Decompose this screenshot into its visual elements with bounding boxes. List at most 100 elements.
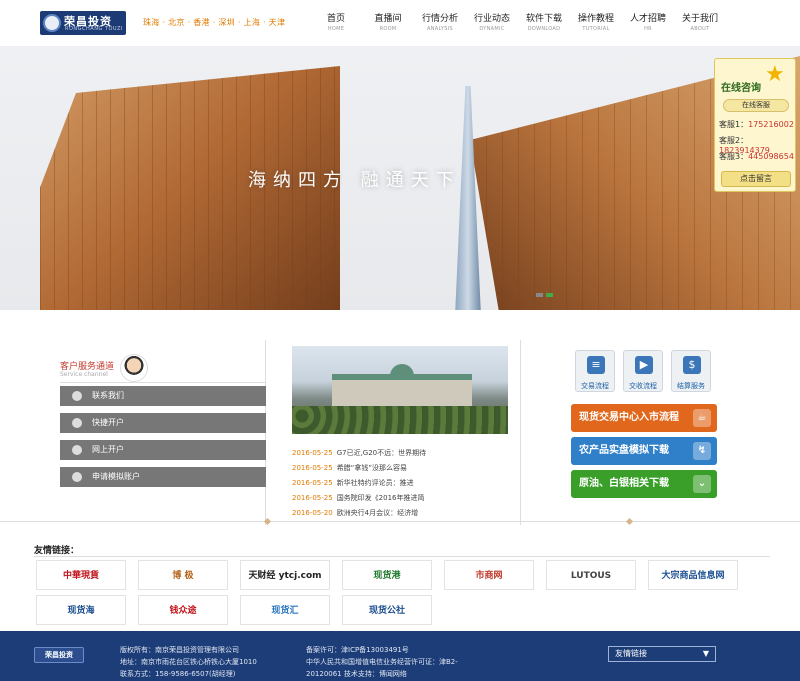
kf-line[interactable]: 客服3：445098654 <box>719 151 794 162</box>
nav-analysis[interactable]: 行情分析 ANALYSIS <box>414 14 466 38</box>
nav-label: 行业动态 <box>473 14 510 24</box>
photo-trees <box>292 406 508 434</box>
service-btn-label: 联系我们 <box>92 391 124 400</box>
kf-number: 445098654 <box>748 152 794 161</box>
news-title: 希腊“拿钱”没那么容易 <box>336 464 407 472</box>
news-item[interactable]: 2016-05-25 新华社特约评论员：推进 <box>292 476 508 491</box>
banner-pager <box>536 293 553 297</box>
nav-download[interactable]: 软件下载 DOWNLOAD <box>518 14 570 38</box>
news-date: 2016-05-25 <box>292 479 333 487</box>
footer-copyright: 版权所有：南京荣昌投资管理有限公司 <box>120 646 239 654</box>
site-header: 荣昌投资 RONGCHANG TOUZI 珠海 · 北京 · 香港 · 深圳 ·… <box>0 0 800 46</box>
service-btn-label: 快捷开户 <box>92 418 124 427</box>
market-entry-process-button[interactable]: 现货交易中心入市流程 ☕ <box>571 404 717 432</box>
friend-link[interactable]: 中華現貨 <box>36 560 126 590</box>
nav-about[interactable]: 关于我们 ABOUT <box>674 14 726 38</box>
kf-line[interactable]: 客服1：175216002 <box>719 119 794 130</box>
document-icon: ≡ <box>587 356 605 374</box>
divider <box>60 382 266 383</box>
news-item[interactable]: 2016-05-25 国务院印发《2016年推进简 <box>292 491 508 506</box>
news-column: 2016-05-25 G7已近,G20不远：世界期待 2016-05-25 希腊“拿… <box>292 340 508 525</box>
contact-us-button[interactable]: 联系我们 <box>60 386 266 406</box>
friend-link-text: 现货公社 <box>368 606 405 616</box>
nav-sublabel: DOWNLOAD <box>527 26 561 32</box>
footer-icp[interactable]: 备案许可：津ICP备13003491号 <box>306 645 409 655</box>
nav-sublabel: DYNAMIC <box>479 26 505 32</box>
nav-sublabel: TUTORIAL <box>582 26 610 32</box>
friend-link-text: 中華現貨 <box>62 571 99 581</box>
coffee-icon: ☕ <box>693 409 711 427</box>
big-btn-label: 原油、白银相关下载 <box>579 478 669 489</box>
settlement-label[interactable]: 结算服务 <box>666 381 716 391</box>
friend-link[interactable]: 天财经 ytcj.com <box>240 560 330 590</box>
site-logo[interactable]: 荣昌投资 RONGCHANG TOUZI <box>40 11 126 35</box>
service-channel: 客户服务通道 Service channel 联系我们 快捷开户 网上开户 申请… <box>36 340 266 525</box>
footer-contact: 联系方式：158-9586-6507(胡经理) <box>120 670 236 678</box>
news-list: 2016-05-25 G7已近,G20不远：世界期待 2016-05-25 希腊“拿… <box>292 446 508 521</box>
friend-link[interactable]: 博 极 <box>138 560 228 590</box>
logo-subtext: RONGCHANG TOUZI <box>65 26 123 32</box>
footer-logo[interactable]: 荣昌投资 <box>34 647 84 663</box>
friend-link-text: 天财经 ytcj.com <box>248 571 322 581</box>
nav-sublabel: HOME <box>327 26 345 32</box>
friend-link-text: 现货港 <box>373 571 401 581</box>
footer-address: 地址：南京市雨花台区铁心桥铁心大厦1010 <box>120 658 257 666</box>
select-label: 友情链接 <box>615 649 647 658</box>
quick-account-button[interactable]: 快捷开户 <box>60 413 266 433</box>
nav-label: 直播间 <box>374 14 402 24</box>
computer-icon <box>72 445 82 455</box>
friend-link-text: 钱众途 <box>169 606 197 616</box>
nav-room[interactable]: 直播间 ROOM <box>362 14 414 38</box>
demo-account-button[interactable]: 申请模拟账户 <box>60 467 266 487</box>
footer-license: 中华人民共和国增值电信业务经营许可证：津B2- <box>306 658 458 666</box>
content-section: 客户服务通道 Service channel 联系我们 快捷开户 网上开户 申请… <box>0 340 800 525</box>
news-photo[interactable] <box>292 346 508 434</box>
news-date: 2016-05-25 <box>292 464 333 472</box>
online-service-button[interactable]: 在线客服 <box>723 99 789 112</box>
news-title: 新华社特约评论员：推进 <box>336 479 414 487</box>
online-account-button[interactable]: 网上开户 <box>60 440 266 460</box>
banner-tower <box>455 86 481 310</box>
nav-tutorial[interactable]: 操作教程 TUTORIAL <box>570 14 622 38</box>
banner-dot[interactable] <box>536 293 543 297</box>
nav-sublabel: ANALYSIS <box>427 26 453 32</box>
city-list: 珠海 · 北京 · 香港 · 深圳 · 上海 · 天津 <box>143 18 286 27</box>
agri-simulation-download-button[interactable]: 农产品实盘模拟下载 ↯ <box>571 437 717 465</box>
friend-link[interactable]: 现货港 <box>342 560 432 590</box>
leave-message-button[interactable]: 点击留言 <box>721 171 791 187</box>
friend-link[interactable]: 市商网 <box>444 560 534 590</box>
nav-label: 行情分析 <box>421 14 458 24</box>
news-item[interactable]: 2016-05-25 希腊“拿钱”没那么容易 <box>292 461 508 476</box>
friend-link[interactable]: 大宗商品信息网 <box>648 560 738 590</box>
delivery-process-label[interactable]: 交收流程 <box>618 381 668 391</box>
trade-process-label[interactable]: 交易流程 <box>570 381 620 391</box>
section-divider <box>0 521 800 522</box>
hero-banner[interactable]: 海纳四方 融通天下 <box>0 46 800 310</box>
main-nav: 首页 HOME 直播间 ROOM 行情分析 ANALYSIS 行业动态 DYNAMIC … <box>310 14 726 38</box>
friend-link-text: 现货汇 <box>271 606 299 616</box>
user-icon <box>72 472 82 482</box>
friend-link[interactable]: LUTOUS <box>546 560 636 590</box>
friend-link-select[interactable]: 友情链接 ▼ <box>608 646 716 662</box>
nav-dynamic[interactable]: 行业动态 DYNAMIC <box>466 14 518 38</box>
friend-link[interactable]: 现货海 <box>36 595 126 625</box>
nav-home[interactable]: 首页 HOME <box>310 14 362 38</box>
friend-link[interactable]: 现货汇 <box>240 595 330 625</box>
friend-link[interactable]: 现货公社 <box>342 595 432 625</box>
banner-slogan: 海纳四方 融通天下 <box>248 170 461 191</box>
service-avatar <box>120 354 148 382</box>
news-item[interactable]: 2016-05-20 欧洲央行4月会议：经济增 <box>292 506 508 521</box>
oil-silver-download-button[interactable]: 原油、白银相关下载 ⌄ <box>571 470 717 498</box>
banner-dot-active[interactable] <box>546 293 553 297</box>
news-item[interactable]: 2016-05-25 G7已近,G20不远：世界期待 <box>292 446 508 461</box>
divider <box>34 556 770 557</box>
news-title: 欧洲央行4月会议：经济增 <box>336 509 419 517</box>
big-btn-label: 现货交易中心入市流程 <box>579 412 679 423</box>
service-btn-label: 申请模拟账户 <box>92 472 140 481</box>
friend-link-text: 市商网 <box>475 571 503 581</box>
news-title: 国务院印发《2016年推进简 <box>336 494 425 502</box>
nav-sublabel: HR <box>644 26 652 32</box>
logo-mark-icon <box>43 14 61 32</box>
nav-hr[interactable]: 人才招聘 HR <box>622 14 674 38</box>
friend-link[interactable]: 钱众途 <box>138 595 228 625</box>
